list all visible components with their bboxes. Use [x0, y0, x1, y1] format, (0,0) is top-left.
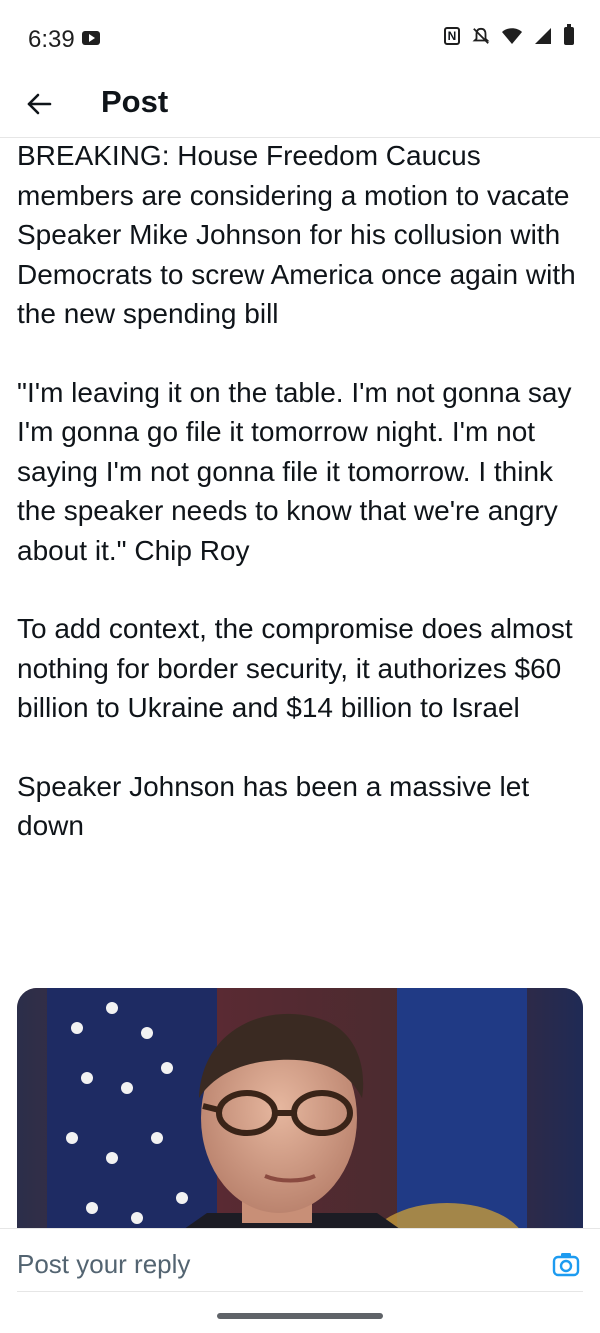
post-media-image[interactable] — [17, 988, 583, 1248]
cell-signal-icon — [535, 28, 551, 44]
status-time: 6:39 — [28, 26, 75, 53]
camera-icon — [552, 1253, 580, 1277]
post-paragraph: "I'm leaving it on the table. I'm not go… — [17, 376, 572, 566]
top-app-bar: Post — [0, 78, 600, 138]
battery-icon — [564, 24, 574, 45]
bell-muted-icon — [472, 27, 490, 44]
post-paragraph: BREAKING: House Freedom Caucus members a… — [17, 140, 576, 329]
camera-button[interactable] — [552, 1250, 580, 1278]
status-icons: N — [444, 24, 574, 45]
back-button[interactable] — [22, 86, 58, 122]
nfc-icon: N — [444, 27, 460, 45]
arrow-left-icon — [27, 93, 52, 115]
status-bar: 6:39 N — [0, 0, 600, 78]
cast-icon — [82, 31, 100, 45]
post-paragraph: Speaker Johnson has been a massive let d… — [17, 770, 530, 842]
gesture-nav-handle[interactable] — [217, 1313, 383, 1319]
reply-divider — [17, 1291, 583, 1292]
wifi-icon — [502, 28, 522, 44]
page-title: Post — [101, 84, 169, 119]
post-text: BREAKING: House Freedom Caucus members a… — [17, 136, 587, 885]
reply-input[interactable]: Post your reply — [17, 1249, 190, 1280]
post-paragraph: To add context, the compromise does almo… — [17, 613, 573, 723]
speaker-photo — [17, 988, 583, 1248]
reply-bar: Post your reply — [0, 1228, 600, 1300]
